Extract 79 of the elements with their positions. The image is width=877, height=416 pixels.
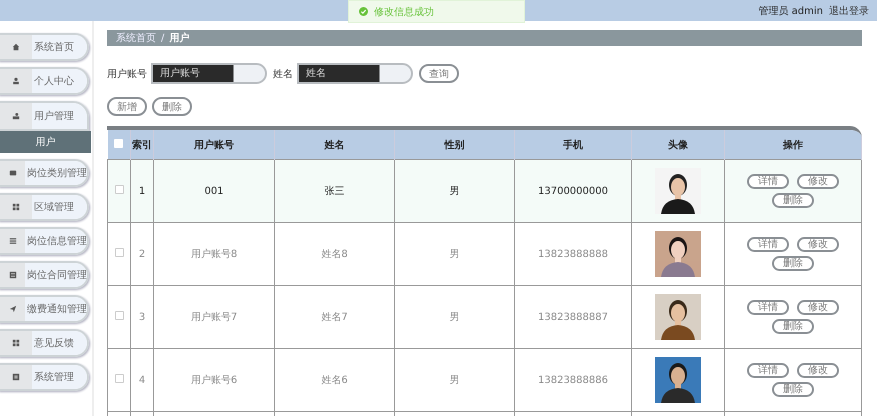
sidebar-item[interactable]: 区域管理: [0, 193, 89, 221]
sidebar-item[interactable]: 系统管理: [0, 363, 89, 391]
logout-link[interactable]: 退出登录: [829, 4, 869, 18]
admin-label: 管理员 admin: [758, 4, 823, 18]
sidebar-item[interactable]: 岗位合同管理: [0, 261, 89, 289]
table-cell: 1: [138, 186, 146, 197]
edit-button[interactable]: 修改: [797, 237, 839, 252]
table-cell: 13823888886: [538, 374, 608, 386]
table-cell: 男: [450, 375, 460, 386]
column-header: 头像: [632, 130, 724, 160]
person-icon: [12, 77, 20, 85]
grid-icon: [12, 339, 20, 347]
submenu-item[interactable]: 用户: [0, 131, 91, 153]
table-cell: 001: [204, 186, 224, 197]
row-checkbox[interactable]: [114, 248, 124, 258]
column-header: 手机: [514, 130, 632, 160]
delete-button[interactable]: 删除: [152, 97, 192, 116]
detail-button[interactable]: 详情: [747, 237, 789, 252]
detail-button[interactable]: 详情: [747, 174, 789, 190]
detail-button[interactable]: 详情: [747, 363, 789, 378]
add-button[interactable]: 新增: [107, 97, 147, 116]
sidebar-item[interactable]: 岗位信息管理: [0, 227, 89, 255]
field-label: 用户账号: [107, 68, 147, 81]
column-header: 用户账号: [154, 130, 274, 160]
delete-button[interactable]: 删除: [772, 382, 814, 398]
delete-button[interactable]: 删除: [772, 193, 814, 208]
table-cell: 男: [450, 312, 460, 324]
sidebar-item[interactable]: 个人中心: [0, 67, 89, 95]
field-label: 姓名: [273, 68, 293, 81]
search-field[interactable]: 用户账号: [151, 63, 267, 84]
column-header: 性别: [394, 130, 514, 160]
user-icon: [12, 112, 20, 120]
document-icon: [8, 271, 16, 279]
row-checkbox[interactable]: [114, 374, 124, 384]
table-cell: 13823888887: [538, 312, 608, 323]
table-cell: 4: [138, 374, 146, 386]
sidebar-item[interactable]: 岗位类别管理: [0, 159, 89, 187]
table-cell: 男: [450, 186, 460, 198]
table-cell: 姓名6: [321, 375, 348, 386]
square-icon: [12, 373, 20, 381]
table-cell: 用户账号6: [190, 375, 238, 386]
breadcrumb-separator: /: [161, 32, 164, 44]
column-header: 索引: [130, 130, 154, 160]
table-cell: 张三: [324, 186, 344, 198]
row-checkbox[interactable]: [114, 185, 124, 194]
grid-icon: [12, 203, 20, 211]
table-cell: 2: [138, 248, 146, 260]
table-cell: 13700000000: [538, 186, 608, 197]
delete-button[interactable]: 删除: [772, 256, 814, 272]
detail-button[interactable]: 详情: [747, 300, 789, 316]
sidebar-item[interactable]: 系统首页: [0, 33, 89, 61]
card-icon: [8, 169, 16, 177]
table-cell: 男: [450, 249, 460, 260]
edit-button[interactable]: 修改: [797, 174, 839, 190]
paper-plane-icon: [8, 305, 16, 313]
home-icon: [12, 43, 20, 51]
column-header: 操作: [724, 130, 862, 160]
toast-message: 修改信息成功: [374, 6, 434, 18]
check-icon: [359, 7, 368, 16]
table-cell: 3: [138, 312, 146, 323]
row-checkbox[interactable]: [114, 311, 124, 320]
list-icon: [8, 237, 16, 245]
edit-button[interactable]: 修改: [797, 363, 839, 378]
column-header: 姓名: [274, 130, 394, 160]
select-all-checkbox[interactable]: [114, 138, 124, 148]
delete-button[interactable]: 删除: [772, 319, 814, 334]
table-cell: 姓名8: [321, 249, 348, 260]
edit-button[interactable]: 修改: [797, 300, 839, 316]
sidebar-item[interactable]: 用户管理: [0, 101, 89, 131]
search-field[interactable]: 姓名: [297, 63, 413, 84]
sidebar-item[interactable]: 缴费通知管理: [0, 295, 89, 323]
table-cell: 用户账号7: [190, 312, 238, 324]
breadcrumb-item[interactable]: 系统首页: [116, 31, 156, 46]
breadcrumb-item: 用户: [169, 31, 190, 46]
table-cell: 13823888888: [538, 248, 608, 260]
table-cell: 姓名7: [321, 312, 348, 324]
sidebar-item[interactable]: 意见反馈: [0, 329, 89, 357]
table-cell: 用户账号8: [190, 249, 238, 260]
search-button[interactable]: 查询: [419, 64, 459, 84]
